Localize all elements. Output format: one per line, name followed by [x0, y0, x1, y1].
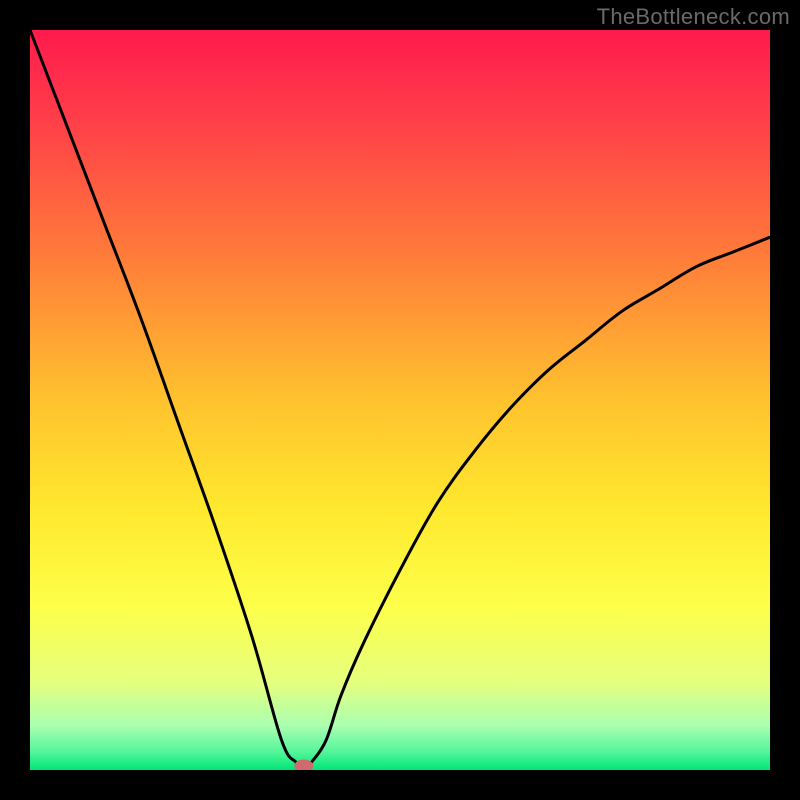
plot-svg — [30, 30, 770, 770]
chart-frame: TheBottleneck.com — [0, 0, 800, 800]
min-marker — [295, 760, 313, 770]
plot-area — [30, 30, 770, 770]
gradient-background — [30, 30, 770, 770]
watermark-text: TheBottleneck.com — [597, 4, 790, 30]
